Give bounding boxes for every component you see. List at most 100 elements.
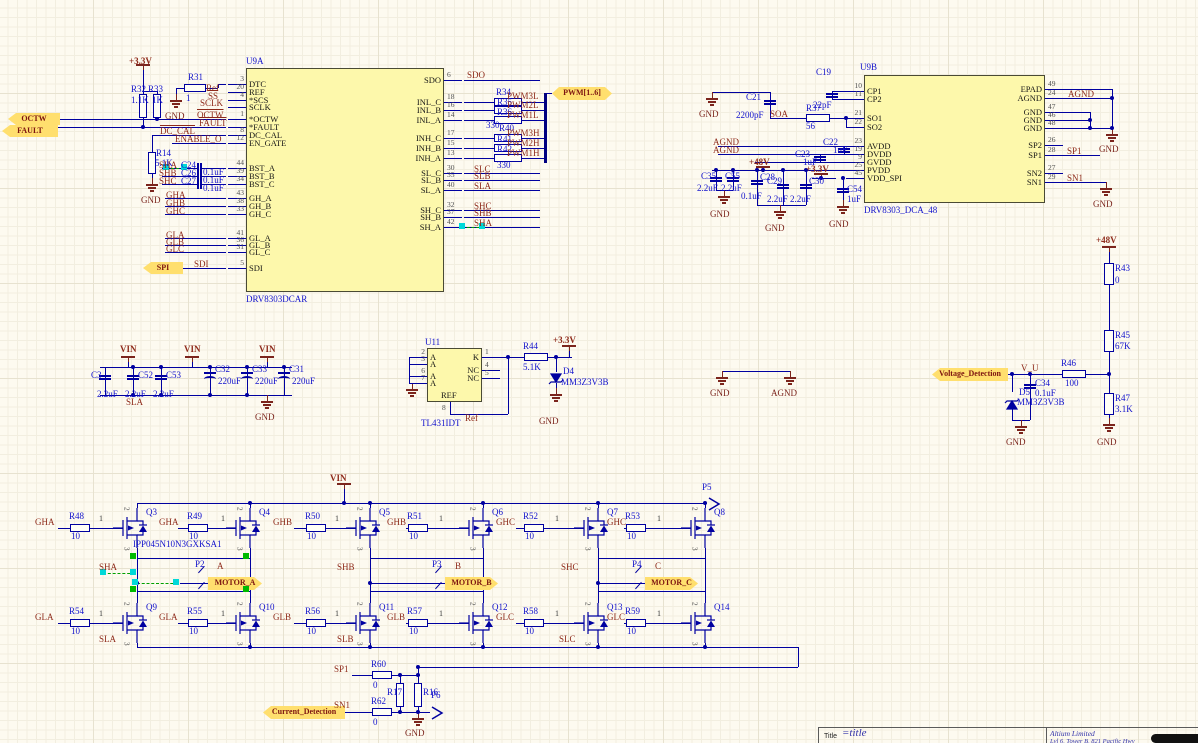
value-label[interactable]: 10: [409, 627, 418, 636]
value-label[interactable]: 2.2uF: [721, 184, 742, 193]
wire[interactable]: [345, 711, 352, 713]
net-label[interactable]: GLC: [607, 613, 625, 622]
component-name[interactable]: DRV8303DCAR: [246, 295, 307, 304]
wire[interactable]: [294, 622, 306, 624]
designator[interactable]: D4: [563, 367, 574, 376]
value-label[interactable]: 1K: [152, 96, 163, 105]
value-label[interactable]: 1uF: [833, 146, 847, 155]
value-label[interactable]: 3.1K: [1115, 405, 1133, 414]
designator[interactable]: R54: [69, 607, 84, 616]
ground-label[interactable]: GND: [141, 196, 161, 205]
designator[interactable]: C27: [181, 177, 196, 186]
designator[interactable]: R55: [187, 607, 202, 616]
ground-label[interactable]: GND: [539, 417, 559, 426]
value-label[interactable]: 330: [497, 161, 511, 170]
pin[interactable]: [1045, 154, 1063, 156]
capacitor-plate[interactable]: [826, 96, 838, 98]
wire[interactable]: [1011, 374, 1013, 392]
component-ref[interactable]: U9A: [246, 57, 264, 66]
wire[interactable]: [598, 557, 705, 559]
wire[interactable]: [464, 157, 494, 159]
value-label[interactable]: 100: [1065, 379, 1079, 388]
designator[interactable]: R32: [131, 85, 146, 94]
port-fault[interactable]: FAULT: [2, 125, 58, 137]
designator[interactable]: Q6: [492, 508, 503, 517]
net-label[interactable]: GHB: [273, 518, 292, 527]
value-label[interactable]: 0: [373, 681, 378, 690]
wire[interactable]: [516, 527, 524, 529]
value-label[interactable]: 10: [71, 627, 80, 636]
designator[interactable]: Q4: [259, 508, 270, 517]
net-label[interactable]: PWM1L: [507, 111, 539, 120]
pin[interactable]: [444, 119, 462, 121]
net-label[interactable]: ENABLE_O: [175, 135, 222, 144]
net-label[interactable]: SP1: [334, 665, 349, 674]
designator[interactable]: Q8: [714, 508, 725, 517]
resistor[interactable]: [414, 683, 422, 707]
net-label[interactable]: GLA: [159, 613, 178, 622]
designator[interactable]: C53: [166, 371, 181, 380]
wire[interactable]: [704, 558, 706, 591]
designator[interactable]: R44: [523, 342, 538, 351]
net-label[interactable]: AGND: [713, 146, 739, 155]
designator[interactable]: R14: [156, 149, 171, 158]
selection-handle[interactable]: [173, 579, 179, 585]
value-label[interactable]: 2.2uF: [767, 195, 788, 204]
designator[interactable]: R49: [187, 512, 202, 521]
wire[interactable]: [464, 147, 494, 149]
value-label[interactable]: 0.1uF: [1035, 389, 1056, 398]
pin[interactable]: [1045, 181, 1063, 183]
pin[interactable]: [482, 377, 500, 379]
net-label[interactable]: SHB: [474, 209, 492, 218]
wire[interactable]: [151, 135, 153, 152]
designator[interactable]: R53: [625, 512, 640, 521]
value-label[interactable]: 56: [806, 122, 815, 131]
designator[interactable]: R60: [371, 660, 386, 669]
net-label[interactable]: A: [217, 562, 224, 571]
net-label[interactable]: SHC: [159, 177, 177, 186]
power-label[interactable]: VIN: [259, 345, 276, 354]
net-label[interactable]: PWM3H: [507, 129, 540, 138]
designator[interactable]: Q13: [607, 603, 623, 612]
value-label[interactable]: 330: [486, 121, 500, 130]
wire[interactable]: [137, 590, 250, 592]
wire[interactable]: [370, 582, 445, 584]
wire[interactable]: [352, 674, 372, 676]
designator[interactable]: Q5: [379, 508, 390, 517]
designator[interactable]: R59: [625, 607, 640, 616]
resistor[interactable]: [184, 84, 206, 92]
wire[interactable]: [507, 357, 509, 414]
value-label[interactable]: 220uF: [292, 377, 315, 386]
net-label[interactable]: GHC: [607, 518, 626, 527]
designator[interactable]: C52: [138, 371, 153, 380]
designator[interactable]: C32: [215, 365, 230, 374]
value-label[interactable]: 10: [307, 532, 316, 541]
pin[interactable]: [228, 213, 246, 215]
value-label[interactable]: 10: [627, 532, 636, 541]
pin[interactable]: [228, 118, 246, 120]
value-label[interactable]: 1.1K: [131, 96, 149, 105]
designator[interactable]: R46: [1061, 359, 1076, 368]
component-ref[interactable]: U9B: [860, 63, 877, 72]
net-label[interactable]: SHA: [474, 219, 492, 228]
wire[interactable]: [516, 622, 524, 624]
port-motor-a[interactable]: MOTOR_A: [208, 577, 262, 590]
capacitor-plate[interactable]: [200, 179, 202, 189]
wire[interactable]: [597, 558, 599, 591]
port-current-detection[interactable]: Current_Detection: [263, 706, 345, 719]
power-label[interactable]: VIN: [330, 474, 347, 483]
pin[interactable]: [409, 382, 427, 384]
designator[interactable]: R50: [305, 512, 320, 521]
wire[interactable]: [757, 204, 806, 206]
ground-label[interactable]: GND: [765, 224, 785, 233]
value-label[interactable]: 10: [409, 532, 418, 541]
net-label[interactable]: FAULT: [199, 119, 227, 128]
net-label[interactable]: SHB: [337, 563, 355, 572]
value-label[interactable]: 0: [1115, 276, 1120, 285]
value-label[interactable]: 0.1uF: [741, 192, 762, 201]
value-label[interactable]: 2.2uF: [153, 390, 174, 399]
net-label[interactable]: AGND: [1068, 90, 1094, 99]
ground-label[interactable]: GND: [405, 729, 425, 738]
pin[interactable]: [228, 251, 246, 253]
value-label[interactable]: 0.1uF: [203, 184, 224, 193]
